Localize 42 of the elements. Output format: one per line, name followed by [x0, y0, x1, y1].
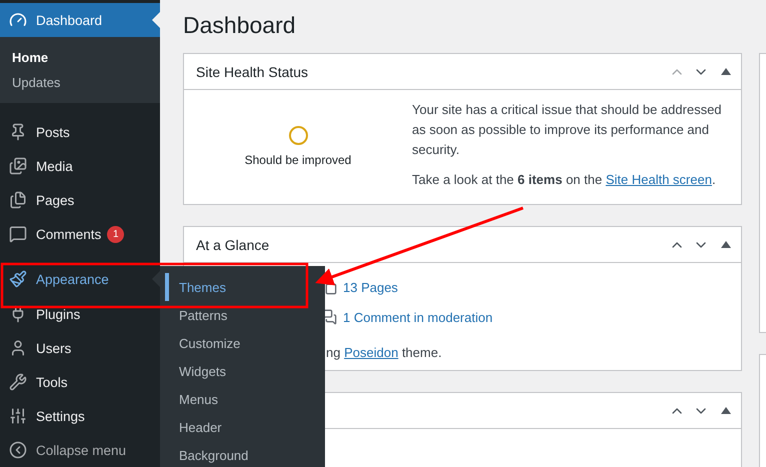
menu-item[interactable]: Users [0, 331, 160, 365]
images-icon [9, 157, 27, 175]
gauge-icon [9, 11, 27, 29]
collapse-icon [9, 441, 27, 459]
menu-item[interactable]: Comments 1 [0, 217, 160, 251]
menu-item[interactable]: Plugins [0, 297, 160, 331]
collapse-panel-icon[interactable] [721, 68, 731, 75]
site-health-link[interactable]: Site Health screen [606, 172, 712, 187]
flyout-menu-item[interactable]: Patterns [165, 301, 325, 329]
flyout-menu-item[interactable]: Widgets [165, 357, 325, 385]
health-message: Your site has a critical issue that should be addressed as soon as possible to improve its performance and security. [412, 101, 723, 159]
count-badge: 1 [107, 226, 124, 242]
flyout-menu-item[interactable]: Customize [165, 329, 325, 357]
sliders-icon [9, 407, 27, 425]
pages-icon [9, 191, 27, 209]
collapse-menu-button[interactable]: Collapse menu [0, 433, 160, 467]
menu-item[interactable]: Tools [0, 365, 160, 399]
status-text: Should be improved [244, 152, 352, 166]
speech-bubble-icon [9, 225, 27, 243]
menu-item[interactable]: Pages [0, 183, 160, 217]
flyout-menu-item[interactable]: Background [165, 441, 325, 467]
menu-item[interactable]: Media [0, 149, 160, 183]
submenu-item[interactable]: Home [0, 45, 160, 70]
paintbrush-icon [9, 270, 27, 288]
status-ring-icon [288, 126, 308, 144]
collapse-panel-icon[interactable] [721, 241, 731, 248]
menu-item[interactable]: Posts [0, 115, 160, 149]
wrench-icon [9, 373, 27, 391]
page-title: Dashboard [183, 12, 297, 39]
flyout-menu-item[interactable]: Menus [165, 385, 325, 413]
submenu-item[interactable]: Updates [0, 70, 160, 95]
collapse-panel-icon[interactable] [721, 407, 731, 414]
flyout-menu-item[interactable]: Header [165, 413, 325, 441]
flyout-menu-item[interactable]: Themes [165, 273, 325, 301]
panel-title: Site Health Status [196, 64, 310, 80]
theme-link[interactable]: Poseidon [344, 345, 398, 360]
panel-title: At a Glance [196, 236, 270, 252]
menu-item[interactable]: Settings [0, 399, 160, 433]
pin-icon [9, 123, 27, 141]
health-hint: Take a look at the 6 items on the Site Health screen. [412, 171, 717, 189]
user-icon [9, 339, 27, 357]
menu-item[interactable]: Dashboard [0, 3, 160, 37]
